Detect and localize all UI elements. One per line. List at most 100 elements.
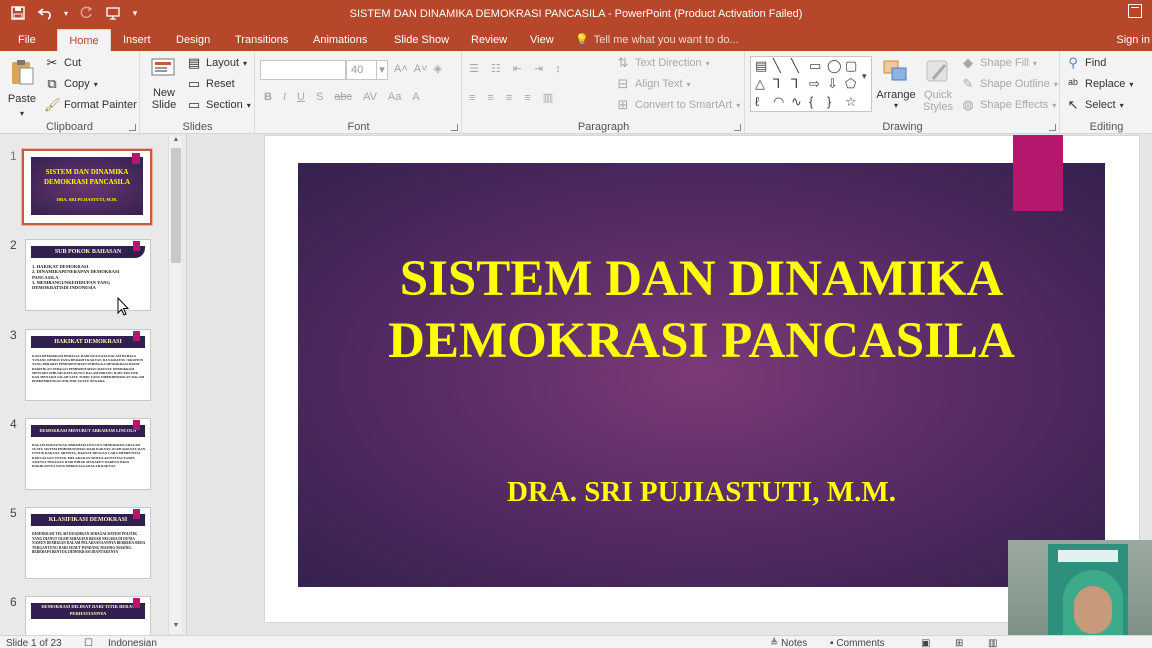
shapes-gallery[interactable]: ▤ ╲ ╲ ▭ ◯ ▢ △ ⅂ ⅂ ⇨ ⇩ ⬠ ℓ ◠ ∿ { } ☆ ▾ [750,56,872,112]
bullets-icon[interactable]: ☰ [469,62,479,75]
font-size-dropdown-icon[interactable]: ▾ [376,60,388,80]
curve-shape-icon[interactable]: ∿ [791,94,802,110]
font-name-input[interactable] [260,60,346,80]
decrease-indent-icon[interactable]: ⇤ [513,62,522,75]
increase-indent-icon[interactable]: ⇥ [534,62,543,75]
reading-view-icon[interactable]: ▥ [988,638,997,648]
convert-smartart-button[interactable]: ⊞ Convert to SmartArt ▾ [615,97,741,113]
find-button[interactable]: ⚲ Find [1065,55,1106,71]
oval-shape-icon[interactable]: ◯ [827,58,842,74]
dialog-launcher-icon[interactable] [1049,124,1056,131]
align-left-icon[interactable]: ≡ [469,92,475,104]
dialog-launcher-icon[interactable] [451,124,458,131]
quick-styles-button[interactable]: Quick Styles [918,57,958,113]
text-box-shape-icon[interactable]: ▤ [755,58,767,74]
line-shape-icon[interactable]: ╲ [791,58,799,74]
reset-button[interactable]: ▭ Reset [186,76,235,92]
tab-view[interactable]: View [520,29,564,51]
tab-slide-show[interactable]: Slide Show [384,29,459,51]
arrow-down-shape-icon[interactable]: ⇩ [827,76,838,92]
replace-button[interactable]: ᵃᵇ Replace ▾ [1065,76,1133,92]
text-direction-button[interactable]: ⇅ Text Direction ▾ [615,55,710,71]
brace-left-shape-icon[interactable]: { [809,94,813,109]
paste-button[interactable]: Paste ▾ [4,57,40,118]
cut-button[interactable]: ✂ Cut [44,55,82,71]
sign-in-link[interactable]: Sign in [1116,29,1150,51]
char-spacing-icon[interactable]: AV [363,91,377,103]
columns-icon[interactable]: ▥ [543,91,553,104]
chevron-down-icon[interactable]: ▾ [862,71,867,82]
select-button[interactable]: ↖ Select ▾ [1065,97,1124,113]
slide-background[interactable] [298,163,1105,587]
scroll-down-icon[interactable]: ▼ [169,622,183,634]
tab-review[interactable]: Review [461,29,517,51]
rectangle-shape-icon[interactable]: ▭ [809,58,821,74]
pentagon-shape-icon[interactable]: ⬠ [845,76,856,92]
copy-button[interactable]: ⧉ Copy ▾ [44,76,97,92]
clear-formatting-icon[interactable]: ◈ [434,62,442,75]
underline-icon[interactable]: U [297,91,305,103]
slide-thumbnail-4[interactable]: DEMOKRASI MENURUT ABRAHAM LINCOLN DALAM … [25,418,151,490]
slide-sorter-icon[interactable]: ⊞ [955,638,963,648]
scrollbar-thumb[interactable] [171,148,181,263]
triangle-shape-icon[interactable]: △ [755,76,765,92]
align-center-icon[interactable]: ≡ [487,92,493,104]
line-shape-icon[interactable]: ╲ [773,58,781,74]
arrow-right-shape-icon[interactable]: ⇨ [809,76,820,92]
arrange-button[interactable]: Arrange ▾ [876,57,916,110]
spell-check-icon[interactable]: ☐ [84,638,93,648]
numbering-icon[interactable]: ☷ [491,62,501,75]
comments-button[interactable]: ▪ Comments [830,638,885,648]
slide-thumbnail-6[interactable]: DEMOKRASI DILIHAT DARI TITIK BERAT PERHA… [25,596,151,636]
tab-insert[interactable]: Insert [113,29,161,51]
shape-fill-button[interactable]: ◆ Shape Fill ▾ [960,55,1037,71]
slide-title[interactable]: SISTEM DAN DINAMIKA DEMOKRASI PANCASILA [298,248,1105,372]
font-color-icon[interactable]: A [412,91,419,103]
dialog-launcher-icon[interactable] [734,124,741,131]
slide-thumbnail-3[interactable]: HAKIKAT DEMOKRASI KATA DEMOKRASI BERASAL… [25,329,151,401]
justify-icon[interactable]: ≡ [524,92,530,104]
tell-me-box[interactable]: 💡 Tell me what you want to do... [575,29,739,51]
notes-button[interactable]: ≜ Notes [770,638,807,648]
dialog-launcher-icon[interactable] [129,124,136,131]
tab-home[interactable]: Home [57,29,111,51]
shape-outline-button[interactable]: ✎ Shape Outline ▾ [960,76,1058,92]
arc-shape-icon[interactable]: ◠ [773,94,784,110]
align-right-icon[interactable]: ≡ [506,92,512,104]
shape-effects-button[interactable]: ◍ Shape Effects ▾ [960,97,1056,113]
normal-view-icon[interactable]: ▣ [921,638,930,648]
tab-file[interactable]: File [8,29,46,51]
elbow-connector-icon[interactable]: ⅂ [791,76,798,92]
increase-font-icon[interactable]: A˄ [394,63,408,75]
slide-accent-tab[interactable] [1013,135,1063,211]
section-button[interactable]: ▭ Section ▾ [186,97,251,113]
star-shape-icon[interactable]: ☆ [845,94,857,110]
decrease-font-icon[interactable]: A˅ [414,63,428,75]
rounded-rect-shape-icon[interactable]: ▢ [845,58,857,74]
shadow-icon[interactable]: S [316,91,323,103]
scissors-icon: ✂ [46,55,58,70]
tab-animations[interactable]: Animations [303,29,377,51]
scroll-up-icon[interactable]: ▲ [169,136,183,148]
line-spacing-icon[interactable]: ↕ [555,63,561,75]
layout-button[interactable]: ▤ Layout ▾ [186,55,247,71]
strikethrough-icon[interactable]: abc [334,91,352,103]
change-case-icon[interactable]: Aa [388,91,401,103]
slide-subtitle[interactable]: DRA. SRI PUJIASTUTI, M.M. [298,476,1105,509]
italic-icon[interactable]: I [283,91,286,103]
new-slide-button[interactable]: New Slide [146,55,182,111]
align-text-button[interactable]: ⊟ Align Text ▾ [615,76,691,92]
tab-transitions[interactable]: Transitions [225,29,298,51]
thumbnail-scrollbar[interactable]: ▲ ▼ [168,136,182,634]
bold-icon[interactable]: B [264,91,272,103]
format-painter-button[interactable]: 🖌 Format Painter [44,97,137,113]
freeform-shape-icon[interactable]: ℓ [755,94,759,109]
restore-icon[interactable] [1128,4,1142,18]
language-indicator[interactable]: Indonesian [108,638,157,648]
slide-thumbnail-2[interactable]: SUB POKOK BAHASAN 1. HAKIKAT DEMOKRASI 2… [25,239,151,311]
slide-thumbnail-1[interactable]: SISTEM DAN DINAMIKA DEMOKRASI PANCASILA … [21,148,153,226]
elbow-connector-icon[interactable]: ⅂ [773,76,780,92]
brace-right-shape-icon[interactable]: } [827,94,831,109]
slide-thumbnail-5[interactable]: KLASIFIKASI DEMOKRASI DEMOKRASI TELAH DI… [25,507,151,579]
tab-design[interactable]: Design [166,29,220,51]
